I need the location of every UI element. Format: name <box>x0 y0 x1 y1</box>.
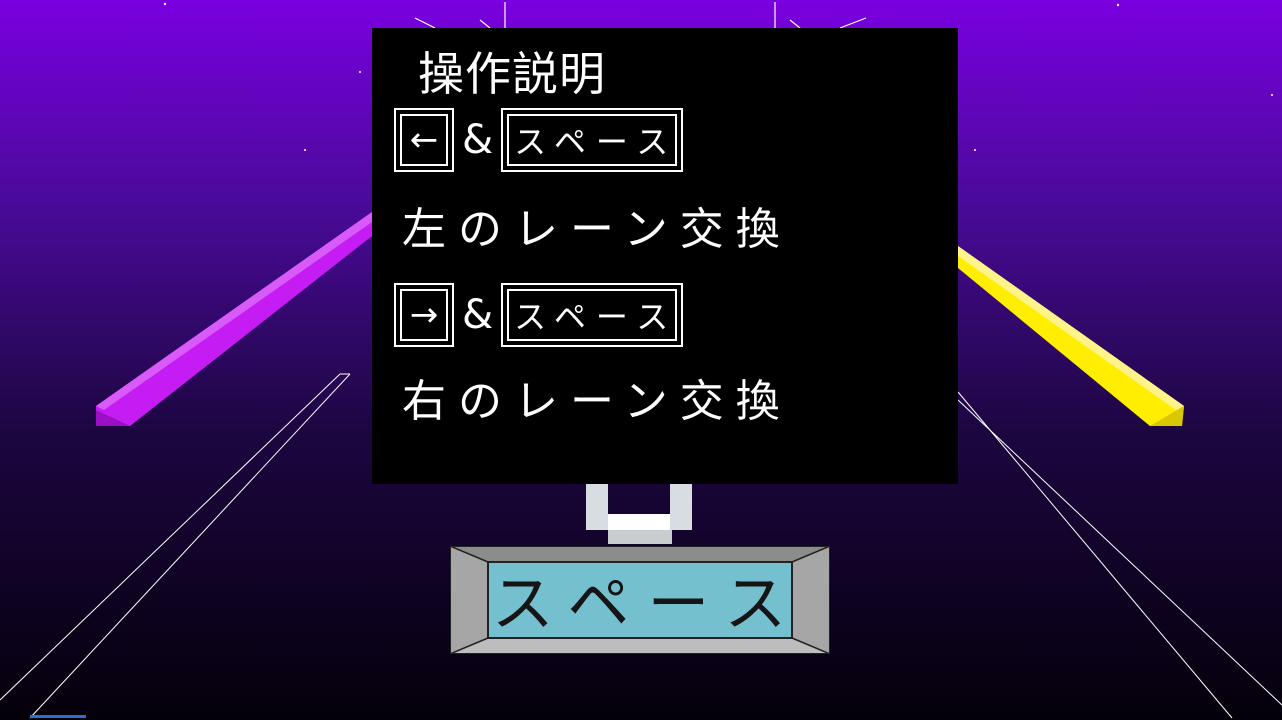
u-shape-press-icon <box>586 484 692 544</box>
space-button-label[interactable]: スペース <box>488 562 790 640</box>
space-key-label: スペース <box>507 114 678 166</box>
left-swap-key-combo: ← & スペース <box>394 108 684 172</box>
left-swap-description: 左のレーン交換 <box>402 204 792 255</box>
instructions-panel: 操作説明 ← & スペース 左のレーン交換 → & スペース 右のレーン交換 <box>372 28 958 484</box>
space-key-icon: スペース <box>501 283 684 347</box>
combo-ampersand: & <box>462 117 494 163</box>
left-arrow-icon: ← <box>400 114 448 166</box>
floor-marker <box>30 715 86 718</box>
panel-title: 操作説明 <box>418 47 606 101</box>
game-scene: 操作説明 ← & スペース 左のレーン交換 → & スペース 右のレーン交換 ス… <box>0 0 1282 720</box>
left-arrow-key: ← <box>394 108 454 172</box>
space-key-label: スペース <box>507 289 678 341</box>
right-arrow-icon: → <box>400 289 448 341</box>
right-swap-key-combo: → & スペース <box>394 283 684 347</box>
right-swap-description: 右のレーン交換 <box>402 376 792 427</box>
combo-ampersand: & <box>462 292 494 338</box>
space-key-icon: スペース <box>501 108 684 172</box>
right-arrow-key: → <box>394 283 454 347</box>
